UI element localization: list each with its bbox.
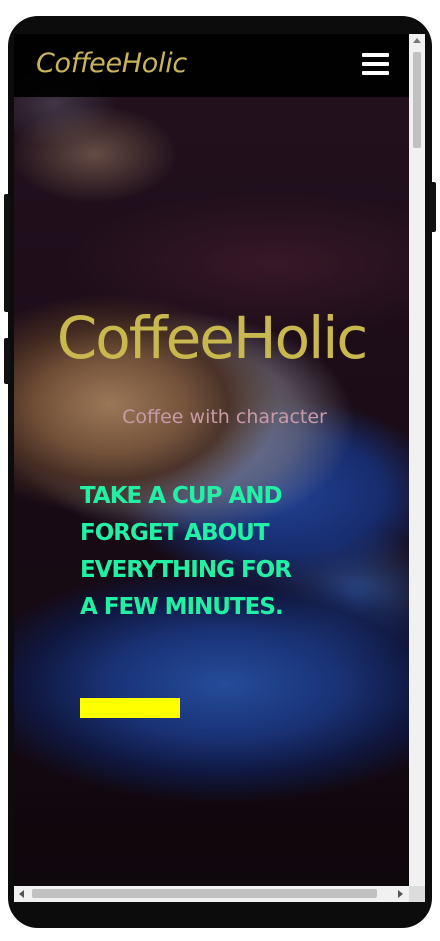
vertical-scrollbar[interactable] xyxy=(409,34,425,886)
scroll-up-icon[interactable] xyxy=(413,38,421,43)
scrollbar-corner xyxy=(409,886,425,902)
nav-brand-link[interactable]: CoffeeHolic xyxy=(36,48,187,79)
hero-background-image xyxy=(14,34,409,886)
phone-side-button xyxy=(4,338,10,384)
hamburger-bar xyxy=(362,53,389,57)
cta-button[interactable] xyxy=(80,698,180,718)
hero-section: CoffeeHolic CoffeeHolic Coffee with char… xyxy=(14,34,409,886)
scroll-left-icon[interactable] xyxy=(19,890,24,898)
navbar: CoffeeHolic xyxy=(14,34,409,97)
horizontal-scrollbar[interactable] xyxy=(14,886,409,902)
vertical-scrollbar-thumb[interactable] xyxy=(413,52,421,148)
horizontal-scrollbar-thumb[interactable] xyxy=(32,889,377,898)
hero-tagline: TAKE A CUP AND FORGET ABOUT EVERYTHING F… xyxy=(80,483,292,620)
hamburger-bar xyxy=(362,71,389,75)
hamburger-bar xyxy=(362,62,389,66)
scroll-right-icon[interactable] xyxy=(398,890,403,898)
hero-title: CoffeeHolic xyxy=(56,304,368,372)
phone-power-button xyxy=(430,182,436,232)
hamburger-menu-icon[interactable] xyxy=(362,53,389,77)
phone-volume-button xyxy=(4,194,10,312)
hero-subtitle: Coffee with character xyxy=(122,406,327,428)
